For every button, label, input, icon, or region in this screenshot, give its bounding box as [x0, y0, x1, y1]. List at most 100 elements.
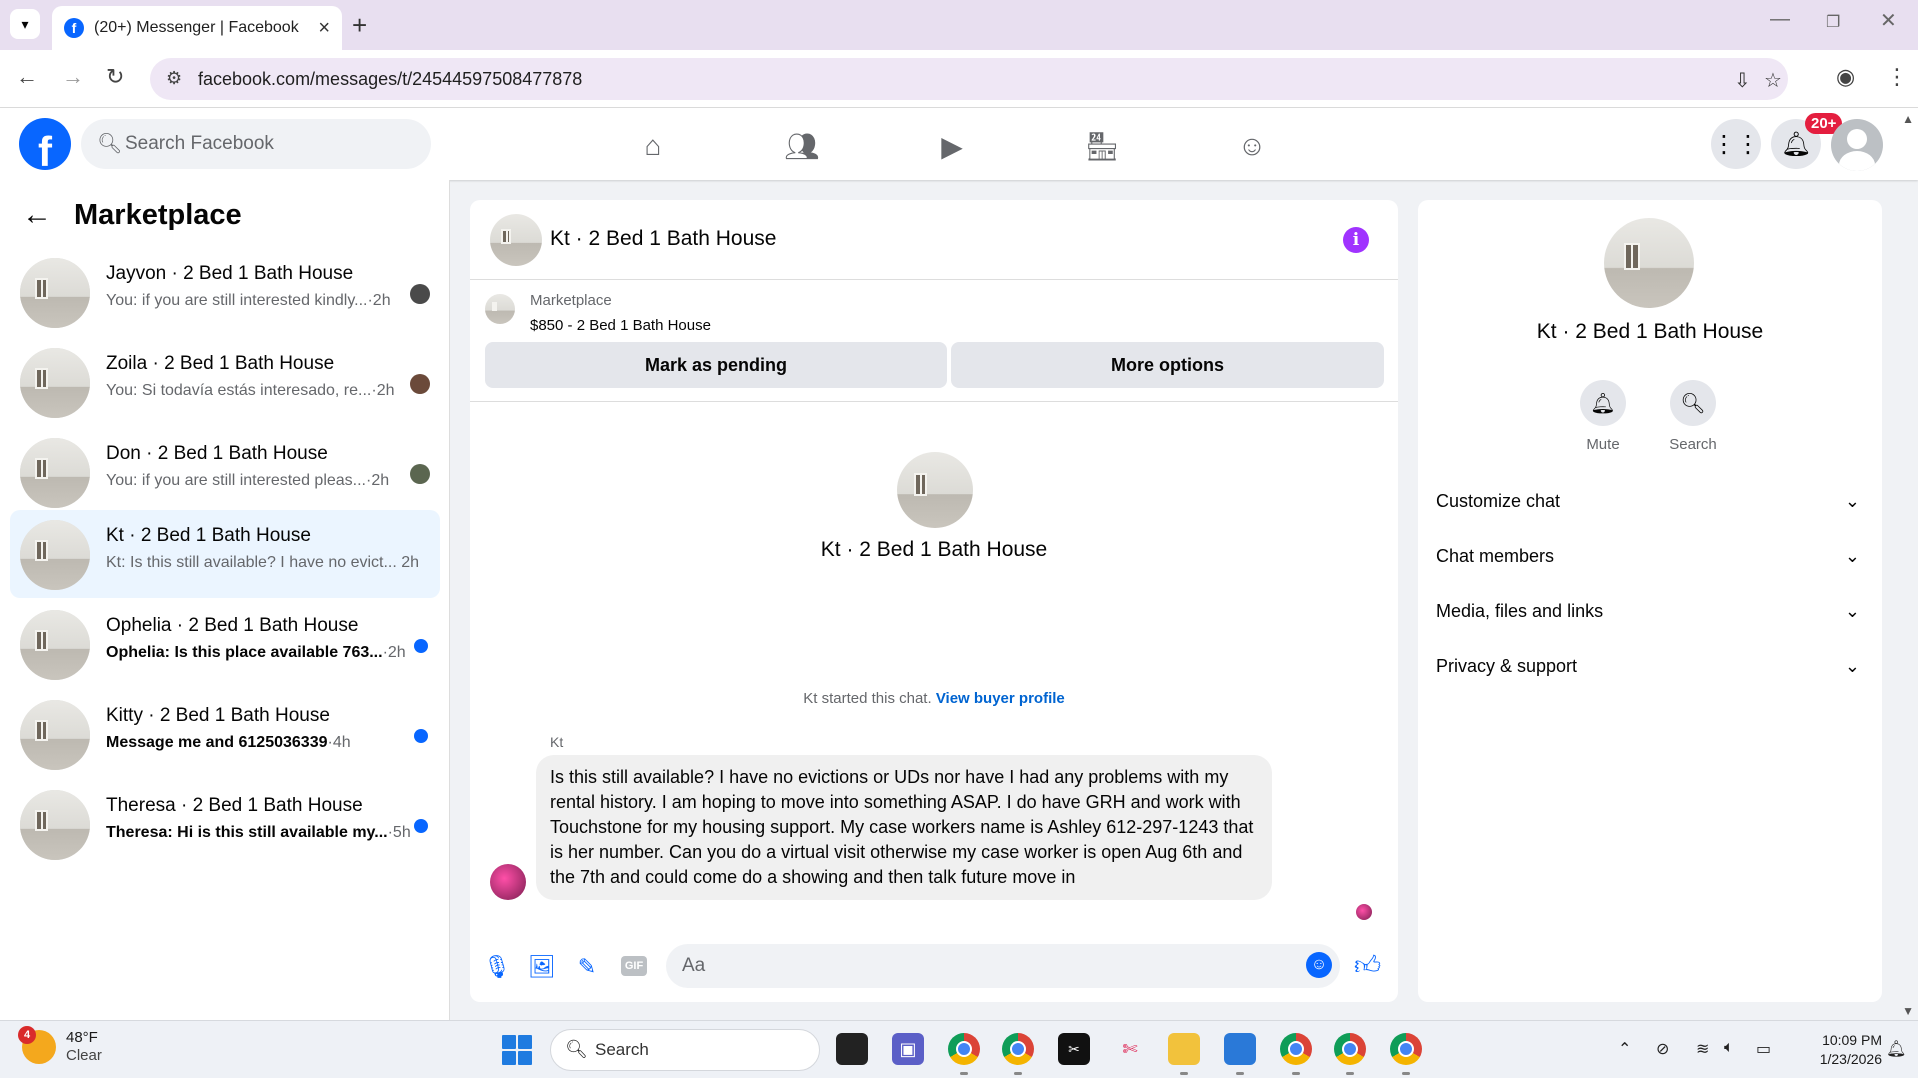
info-avatar: [1604, 218, 1694, 308]
photo-icon[interactable]: 🖼︎: [527, 952, 557, 982]
search-conversation-button[interactable]: 🔍︎ Search: [1648, 380, 1738, 453]
section-label: Customize chat: [1436, 490, 1561, 511]
conversation-item-zoila[interactable]: Zoila · 2 Bed 1 Bath House You: Si todav…: [10, 338, 440, 426]
scroll-up-icon[interactable]: ▲: [1902, 112, 1914, 126]
reload-icon[interactable]: ↻: [106, 64, 124, 90]
profile-icon[interactable]: ◉: [1836, 64, 1855, 90]
chat-members-section[interactable]: Chat members ⌄: [1436, 534, 1864, 578]
restore-icon[interactable]: ❐: [1826, 12, 1840, 32]
home-icon[interactable]: ⌂: [633, 126, 673, 166]
conversation-item-kitty[interactable]: Kitty · 2 Bed 1 Bath House Message me an…: [10, 690, 440, 778]
chrome-icon[interactable]: [948, 1033, 980, 1065]
marketplace-icon[interactable]: 🏪︎: [1082, 126, 1122, 166]
conversation-item-ophelia[interactable]: Ophelia · 2 Bed 1 Bath House Ophelia: Is…: [10, 600, 440, 688]
windows-taskbar: 4 48°F Clear 🔍︎ Search ▣ ✂ ✄ ⌃ ⊘ ≋ 🔈︎ ▭ …: [0, 1020, 1918, 1078]
message-bubble[interactable]: Is this still available? I have no evict…: [536, 755, 1272, 900]
chat-title[interactable]: Kt · 2 Bed 1 Bath House: [550, 227, 776, 251]
file-explorer-icon[interactable]: [1168, 1033, 1200, 1065]
conversation-snippet: You: Si todavía estás interesado, re...·…: [106, 382, 395, 399]
minimize-icon[interactable]: —: [1770, 8, 1790, 31]
address-toolbar: ← → ↻ ⚙ facebook.com/messages/t/24544597…: [0, 50, 1918, 108]
thumbs-up-icon[interactable]: 👍︎: [1354, 950, 1381, 981]
listing-thumbnail: [485, 294, 515, 324]
more-options-button[interactable]: More options: [951, 342, 1384, 388]
running-indicator: [1402, 1072, 1410, 1075]
view-buyer-profile-link[interactable]: View buyer profile: [936, 690, 1065, 707]
system-clock[interactable]: 10:09 PM 1/23/2026: [1792, 1031, 1882, 1069]
conversation-info-panel: Kt · 2 Bed 1 Bath House 🔔︎ Mute 🔍︎ Searc…: [1418, 200, 1882, 1002]
sidebar-title: Marketplace: [74, 198, 242, 231]
vpn-off-icon[interactable]: ⊘: [1656, 1039, 1669, 1059]
customize-chat-section[interactable]: Customize chat ⌄: [1436, 479, 1864, 523]
conversation-snippet: You: if you are still interested pleas..…: [106, 472, 390, 489]
groups-icon[interactable]: ☺: [1232, 126, 1272, 166]
running-indicator: [1346, 1072, 1354, 1075]
menu-grid-icon[interactable]: ⋮⋮: [1711, 119, 1761, 169]
section-label: Chat members: [1436, 545, 1555, 566]
chat-panel: Kt · 2 Bed 1 Bath House i Marketplace $8…: [470, 200, 1398, 1002]
photos-icon[interactable]: [1224, 1033, 1256, 1065]
back-arrow-icon[interactable]: ←: [22, 198, 52, 232]
close-window-icon[interactable]: ✕: [1880, 8, 1897, 33]
chrome-profile-icon[interactable]: [1280, 1033, 1312, 1065]
listing-thumbnail: [20, 610, 90, 680]
windows-start-icon[interactable]: [502, 1035, 532, 1065]
listing-thumbnail: [20, 790, 90, 860]
message-input[interactable]: [666, 944, 1340, 988]
site-info-icon[interactable]: ⚙: [166, 68, 182, 89]
tab-search-button[interactable]: ▾: [10, 9, 40, 39]
task-view-icon[interactable]: [836, 1033, 868, 1065]
weather-sun-icon: 4: [18, 1026, 56, 1064]
conversation-item-theresa[interactable]: Theresa · 2 Bed 1 Bath House Theresa: Hi…: [10, 780, 440, 868]
taskbar-search[interactable]: 🔍︎ Search: [550, 1029, 820, 1071]
conversation-item-kt[interactable]: Kt · 2 Bed 1 Bath House Kt: Is this stil…: [10, 510, 440, 598]
chrome-profile-icon[interactable]: [1002, 1033, 1034, 1065]
gif-icon[interactable]: GIF: [621, 956, 647, 976]
listing-price-title[interactable]: $850 - 2 Bed 1 Bath House: [530, 317, 711, 334]
facebook-logo-icon[interactable]: f: [19, 118, 71, 170]
mark-as-pending-button[interactable]: Mark as pending: [485, 342, 947, 388]
chrome-profile-icon[interactable]: [1334, 1033, 1366, 1065]
taskbar-search-label: Search: [595, 1040, 649, 1059]
conversation-item-don[interactable]: Don · 2 Bed 1 Bath House You: if you are…: [10, 428, 440, 516]
conversation-info-icon[interactable]: i: [1343, 227, 1369, 253]
battery-icon[interactable]: ▭: [1756, 1039, 1771, 1059]
back-icon[interactable]: ←: [16, 64, 38, 90]
sender-avatar[interactable]: [490, 864, 526, 900]
new-tab-button[interactable]: +: [352, 10, 367, 41]
volume-icon[interactable]: 🔈︎: [1724, 1039, 1734, 1057]
show-hidden-icons-icon[interactable]: ⌃: [1618, 1039, 1631, 1059]
media-files-links-section[interactable]: Media, files and links ⌄: [1436, 589, 1864, 633]
close-tab-icon[interactable]: ×: [318, 17, 330, 40]
chat-started-notice: Kt started this chat. View buyer profile: [470, 690, 1398, 707]
weather-widget[interactable]: 4 48°F Clear: [18, 1026, 102, 1065]
section-label: Privacy & support: [1436, 655, 1578, 676]
capcut-icon[interactable]: ✂: [1058, 1033, 1090, 1065]
scroll-down-icon[interactable]: ▼: [1902, 1004, 1914, 1018]
chrome-profile-icon[interactable]: [1390, 1033, 1422, 1065]
facebook-search-input[interactable]: 🔍︎ Search Facebook: [81, 119, 431, 169]
wifi-icon[interactable]: ≋: [1696, 1039, 1709, 1059]
seen-avatar: [410, 374, 430, 394]
search-icon: 🔍︎: [565, 1039, 588, 1059]
message-sender-name: Kt: [550, 734, 564, 750]
forward-icon[interactable]: →: [62, 64, 84, 90]
video-icon[interactable]: ▶: [932, 126, 972, 166]
sticker-icon[interactable]: ✎: [572, 952, 602, 982]
bookmark-star-icon[interactable]: ☆: [1764, 68, 1782, 93]
chat-avatar[interactable]: [490, 214, 542, 266]
friends-icon[interactable]: 👥︎: [782, 126, 822, 166]
snipping-tool-icon[interactable]: ✄: [1114, 1033, 1146, 1065]
notification-bell-icon[interactable]: 🔔︎: [1886, 1039, 1906, 1059]
privacy-support-section[interactable]: Privacy & support ⌄: [1436, 644, 1864, 688]
mute-button[interactable]: 🔔︎ Mute: [1558, 380, 1648, 453]
install-app-icon[interactable]: ⇩: [1734, 68, 1751, 93]
emoji-icon[interactable]: ☺: [1306, 952, 1332, 978]
account-avatar[interactable]: [1831, 119, 1883, 171]
url-field[interactable]: ⚙ facebook.com/messages/t/24544597508477…: [150, 58, 1788, 100]
browser-menu-icon[interactable]: ⋮: [1886, 64, 1908, 90]
browser-tab[interactable]: f (20+) Messenger | Facebook ×: [52, 6, 342, 50]
meet-icon[interactable]: ▣: [892, 1033, 924, 1065]
conversation-item-jayvon[interactable]: Jayvon · 2 Bed 1 Bath House You: if you …: [10, 248, 440, 336]
microphone-icon[interactable]: 🎙︎: [482, 952, 512, 982]
